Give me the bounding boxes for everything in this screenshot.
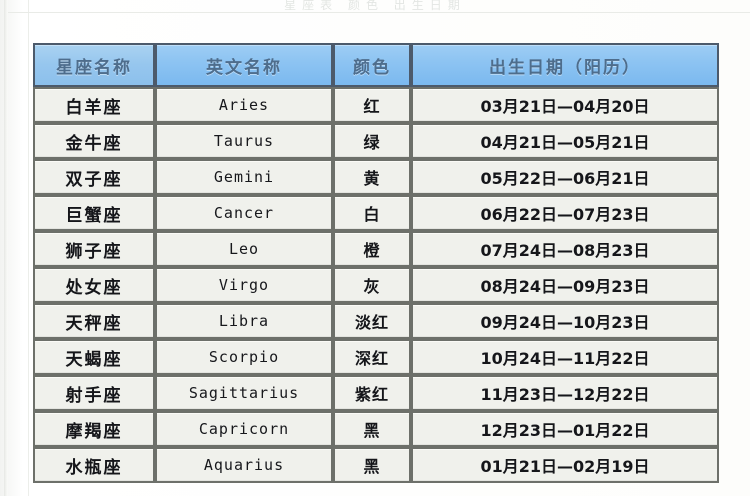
table-row: 水瓶座 Aquarius 黑 01月21日—02月19日: [33, 447, 719, 483]
table-row: 摩羯座 Capricorn 黑 12月23日—01月22日: [33, 411, 719, 447]
table-row: 处女座 Virgo 灰 08月24日—09月23日: [33, 267, 719, 303]
column-header-constellation-name: 星座名称: [33, 43, 155, 87]
table-row: 双子座 Gemini 黄 05月22日—06月21日: [33, 159, 719, 195]
cell-color: 紫红: [333, 375, 411, 411]
table-row: 狮子座 Leo 橙 07月24日—08月23日: [33, 231, 719, 267]
scanned-zodiac-table-page: 星座表 颜色 出生日期 星座名称 英文名称 颜色 出生日期（阳历） 白羊座 Ari…: [0, 0, 750, 500]
cell-constellation-name: 白羊座: [33, 87, 155, 123]
cell-constellation-name: 射手座: [33, 375, 155, 411]
top-horizontal-rule: [8, 12, 750, 13]
table-row: 巨蟹座 Cancer 白 06月22日—07月23日: [33, 195, 719, 231]
cell-constellation-name: 天蝎座: [33, 339, 155, 375]
cell-constellation-name: 处女座: [33, 267, 155, 303]
table-row: 射手座 Sagittarius 紫红 11月23日—12月22日: [33, 375, 719, 411]
cell-constellation-name: 水瓶座: [33, 447, 155, 483]
table-header: 星座名称 英文名称 颜色 出生日期（阳历）: [33, 43, 719, 87]
header-row: 星座名称 英文名称 颜色 出生日期（阳历）: [33, 43, 719, 87]
cell-constellation-name: 金牛座: [33, 123, 155, 159]
cell-english-name: Virgo: [155, 267, 333, 303]
cell-birth-date: 03月21日—04月20日: [411, 87, 719, 123]
column-header-birth-date: 出生日期（阳历）: [411, 43, 719, 87]
cell-birth-date: 07月24日—08月23日: [411, 231, 719, 267]
cell-english-name: Sagittarius: [155, 375, 333, 411]
bottom-crop-edge: [0, 496, 750, 500]
table-row: 金牛座 Taurus 绿 04月21日—05月21日: [33, 123, 719, 159]
cell-birth-date: 08月24日—09月23日: [411, 267, 719, 303]
page-edge-line: [28, 0, 29, 500]
column-header-english-name: 英文名称: [155, 43, 333, 87]
cell-color: 淡红: [333, 303, 411, 339]
cell-constellation-name: 狮子座: [33, 231, 155, 267]
cell-constellation-name: 摩羯座: [33, 411, 155, 447]
cell-birth-date: 06月22日—07月23日: [411, 195, 719, 231]
cell-constellation-name: 天秤座: [33, 303, 155, 339]
cell-birth-date: 12月23日—01月22日: [411, 411, 719, 447]
cell-color: 灰: [333, 267, 411, 303]
cell-english-name: Aries: [155, 87, 333, 123]
cell-birth-date: 11月23日—12月22日: [411, 375, 719, 411]
cell-constellation-name: 双子座: [33, 159, 155, 195]
cell-color: 白: [333, 195, 411, 231]
column-header-color: 颜色: [333, 43, 411, 87]
cell-birth-date: 01月21日—02月19日: [411, 447, 719, 483]
cell-english-name: Taurus: [155, 123, 333, 159]
cell-color: 黑: [333, 447, 411, 483]
top-cropped-caption: 星座表 颜色 出生日期: [284, 0, 466, 12]
cell-birth-date: 04月21日—05月21日: [411, 123, 719, 159]
zodiac-table: 星座名称 英文名称 颜色 出生日期（阳历） 白羊座 Aries 红 03月21日—04…: [33, 43, 719, 483]
cell-color: 黄: [333, 159, 411, 195]
cell-english-name: Leo: [155, 231, 333, 267]
cell-color: 红: [333, 87, 411, 123]
page-gutter-shadow: [4, 0, 8, 500]
table-body: 白羊座 Aries 红 03月21日—04月20日 金牛座 Taurus 绿 04月21日—0…: [33, 87, 719, 483]
cell-birth-date: 05月22日—06月21日: [411, 159, 719, 195]
cell-english-name: Aquarius: [155, 447, 333, 483]
table-row: 天秤座 Libra 淡红 09月24日—10月23日: [33, 303, 719, 339]
cell-birth-date: 09月24日—10月23日: [411, 303, 719, 339]
cell-color: 深红: [333, 339, 411, 375]
table-row: 白羊座 Aries 红 03月21日—04月20日: [33, 87, 719, 123]
cell-color: 橙: [333, 231, 411, 267]
cell-birth-date: 10月24日—11月22日: [411, 339, 719, 375]
cell-constellation-name: 巨蟹座: [33, 195, 155, 231]
cell-english-name: Cancer: [155, 195, 333, 231]
cell-color: 黑: [333, 411, 411, 447]
cell-english-name: Capricorn: [155, 411, 333, 447]
cell-color: 绿: [333, 123, 411, 159]
table-row: 天蝎座 Scorpio 深红 10月24日—11月22日: [33, 339, 719, 375]
cell-english-name: Gemini: [155, 159, 333, 195]
cell-english-name: Libra: [155, 303, 333, 339]
cell-english-name: Scorpio: [155, 339, 333, 375]
